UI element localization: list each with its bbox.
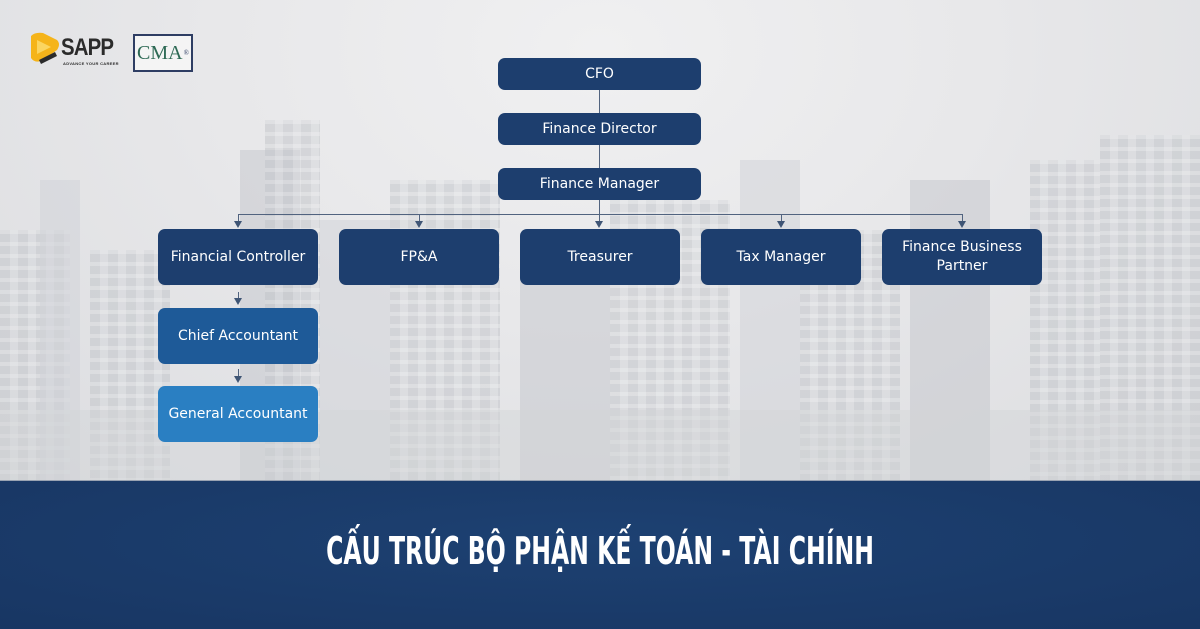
node-tax-manager[interactable]: Tax Manager	[701, 229, 861, 285]
node-chief-accountant[interactable]: Chief Accountant	[158, 308, 318, 364]
node-treasurer[interactable]: Treasurer	[520, 229, 680, 285]
sapp-wordmark: SAPP	[61, 34, 114, 61]
node-cfo[interactable]: CFO	[498, 58, 701, 90]
arrow-down-icon	[234, 298, 242, 305]
sapp-play-icon	[31, 32, 59, 64]
node-general-accountant[interactable]: General Accountant	[158, 386, 318, 442]
arrow-down-icon	[777, 221, 785, 228]
cma-wordmark: CMA	[137, 41, 183, 64]
node-financial-controller[interactable]: Financial Controller	[158, 229, 318, 285]
title-banner: CẤU TRÚC BỘ PHẬN KẾ TOÁN - TÀI CHÍNH	[0, 480, 1200, 629]
cma-logo: CMA ®	[133, 34, 193, 72]
arrow-down-icon	[595, 221, 603, 228]
node-finance-business-partner[interactable]: Finance Business Partner	[882, 229, 1042, 285]
connector-horizontal-bus	[238, 214, 963, 215]
node-finance-director[interactable]: Finance Director	[498, 113, 701, 145]
sapp-tagline: ADVANCE YOUR CAREER	[63, 61, 119, 66]
registered-mark: ®	[183, 49, 189, 57]
arrow-down-icon	[415, 221, 423, 228]
banner-title: CẤU TRÚC BỘ PHẬN KẾ TOÁN - TÀI CHÍNH	[326, 529, 874, 573]
arrow-down-icon	[234, 376, 242, 383]
node-finance-manager[interactable]: Finance Manager	[498, 168, 701, 200]
connector-cfo-director	[599, 90, 600, 114]
node-fpa[interactable]: FP&A	[339, 229, 499, 285]
sapp-logo: SAPP ADVANCE YOUR CAREER	[27, 30, 119, 72]
arrow-down-icon	[958, 221, 966, 228]
connector-director-manager	[599, 145, 600, 169]
arrow-down-icon	[234, 221, 242, 228]
connector-manager-bus	[599, 200, 600, 214]
